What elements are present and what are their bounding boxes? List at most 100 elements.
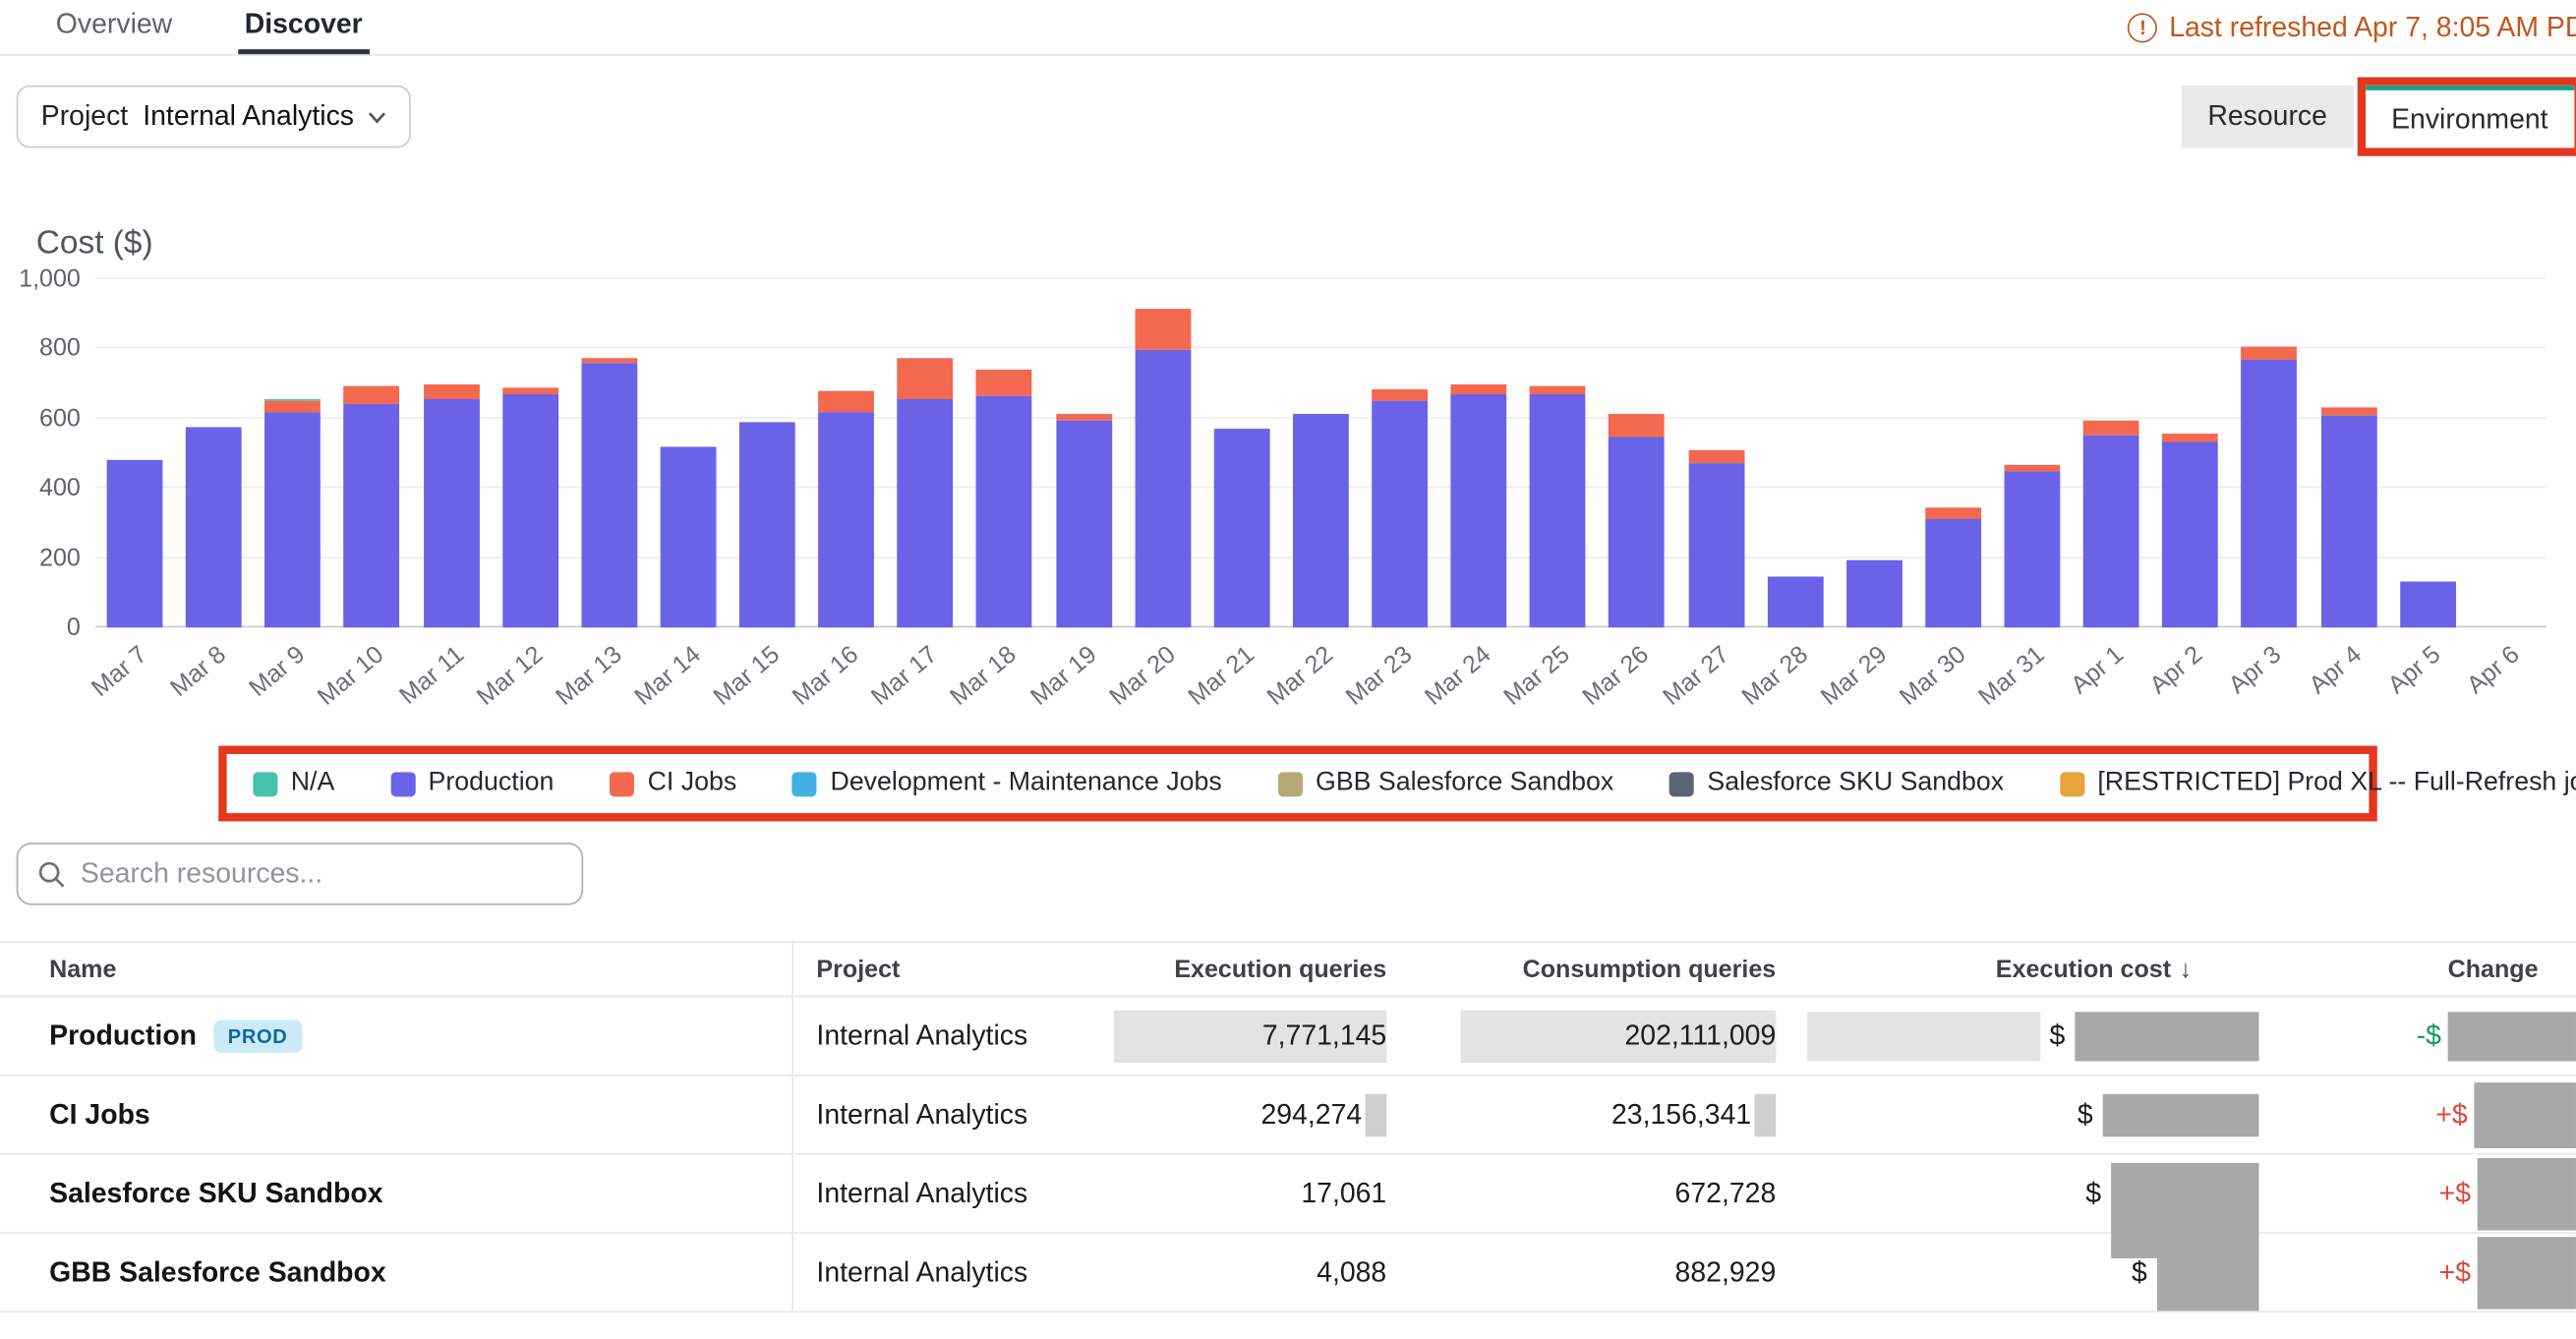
chart-bar[interactable]	[1293, 413, 1349, 627]
legend-item[interactable]: [RESTRICTED] Prod XL -- Full-Refresh job…	[2060, 769, 2576, 798]
cost-currency-prefix: $	[2078, 1098, 2093, 1131]
bar-segment-ci-jobs	[818, 390, 874, 411]
bar-slot	[254, 279, 332, 627]
column-header-execution-cost[interactable]: Execution cost ↓	[1783, 956, 2267, 983]
legend-item-label: [RESTRICTED] Prod XL -- Full-Refresh job…	[2097, 769, 2576, 798]
bar-segment-ci-jobs	[423, 383, 479, 399]
chart-bar[interactable]	[1767, 577, 1823, 627]
legend-item[interactable]: Production	[390, 769, 554, 798]
chart-bars	[95, 279, 2547, 627]
chart-bar[interactable]	[976, 370, 1032, 627]
tab-discover[interactable]: Discover	[238, 0, 369, 54]
chart-bar[interactable]	[265, 398, 322, 627]
chart-bar[interactable]	[1213, 429, 1269, 627]
legend-item[interactable]: CI Jobs	[610, 769, 736, 798]
environment-toggle-label: Environment	[2391, 102, 2547, 135]
chart-bar[interactable]	[2400, 582, 2456, 627]
chart-bar[interactable]	[1925, 507, 1981, 627]
chart-bar[interactable]	[1135, 309, 1191, 627]
chart-bar[interactable]	[502, 388, 558, 628]
table-row[interactable]: ProductionPRODInternal Analytics7,771,14…	[0, 997, 2576, 1076]
chart-bar[interactable]	[1372, 389, 1428, 628]
column-header-name[interactable]: Name	[0, 943, 793, 995]
tab-overview[interactable]: Overview	[49, 0, 179, 54]
environment-toggle-button[interactable]: Environment	[2365, 86, 2574, 147]
chart-bar[interactable]	[898, 358, 954, 628]
chart-bar[interactable]	[2162, 435, 2218, 628]
bar-segment-production	[2083, 436, 2139, 627]
legend-item[interactable]: GBB Salesforce Sandbox	[1278, 769, 1614, 798]
chart-bar[interactable]	[661, 446, 717, 627]
chart-bar[interactable]	[186, 428, 242, 628]
project-value: Internal Analytics	[816, 1177, 1027, 1209]
bar-segment-production	[2400, 582, 2456, 627]
annotation-box-legend: N/A Production CI Jobs Development - Mainte…	[218, 746, 2377, 822]
legend-item[interactable]: Development - Maintenance Jobs	[792, 769, 1222, 798]
prod-badge: PROD	[213, 1019, 303, 1052]
chart-bar[interactable]	[2005, 466, 2061, 628]
project-selector-value: Internal Analytics	[143, 100, 354, 133]
bar-slot	[1598, 279, 1676, 627]
column-header-change[interactable]: Change	[2267, 956, 2576, 983]
project-selector[interactable]: Project Internal Analytics	[17, 86, 412, 147]
resource-toggle-label: Resource	[2207, 100, 2327, 133]
bar-slot	[1044, 279, 1123, 627]
bar-slot	[569, 279, 648, 627]
legend-item[interactable]: N/A	[253, 769, 334, 798]
bar-slot	[412, 279, 491, 627]
redaction-block	[2478, 1157, 2576, 1230]
redaction-block	[2448, 1011, 2576, 1060]
chart-bar[interactable]	[739, 422, 795, 627]
redaction-block	[1366, 1093, 1387, 1135]
chart-bar[interactable]	[581, 358, 637, 627]
redaction-block	[2478, 1236, 2576, 1309]
x-axis-tick-label: Apr 1	[2067, 641, 2130, 700]
chart-bar[interactable]	[1530, 385, 1586, 627]
bar-slot	[2467, 279, 2546, 627]
chart-bar[interactable]	[2320, 407, 2376, 627]
column-header-project[interactable]: Project	[793, 956, 1051, 983]
bar-slot	[174, 279, 253, 627]
annotation-box-environment: Environment	[2357, 78, 2576, 156]
legend-item[interactable]: Salesforce SKU Sandbox	[1669, 769, 2004, 798]
bar-segment-production	[1767, 577, 1823, 627]
column-header-execution-queries[interactable]: Execution queries	[1051, 956, 1393, 983]
chart-bar[interactable]	[1451, 385, 1507, 628]
bar-slot	[1361, 279, 1439, 627]
bar-segment-production	[107, 460, 163, 627]
bar-slot	[886, 279, 965, 627]
bar-segment-ci-jobs	[898, 358, 954, 400]
change-prefix: +$	[2439, 1177, 2471, 1209]
project-value: Internal Analytics	[816, 1098, 1027, 1131]
bar-slot	[965, 279, 1043, 627]
chart-bar[interactable]	[1610, 413, 1666, 627]
search-input[interactable]	[81, 857, 562, 890]
chart-bar[interactable]	[344, 385, 400, 627]
bar-slot	[1676, 279, 1755, 627]
chart-bar[interactable]	[2083, 421, 2139, 628]
chart-bar[interactable]	[423, 383, 479, 627]
y-axis-tick-label: 600	[39, 405, 81, 433]
column-header-consumption-queries[interactable]: Consumption queries	[1393, 956, 1783, 983]
bar-slot	[2151, 279, 2230, 627]
resource-toggle-button[interactable]: Resource	[2182, 86, 2354, 147]
chart-plot-area: 02004006008001,000	[95, 279, 2547, 627]
chart-bar[interactable]	[107, 460, 163, 627]
chart-bar[interactable]	[1846, 559, 1903, 627]
bar-segment-production	[1451, 395, 1507, 628]
table-row[interactable]: Salesforce SKU SandboxInternal Analytics…	[0, 1155, 2576, 1234]
chart-bar[interactable]	[818, 390, 874, 627]
chart-bar[interactable]	[1056, 413, 1112, 627]
cell-project: Internal Analytics	[793, 1098, 1051, 1131]
chart-legend: N/A Production CI Jobs Development - Mainte…	[253, 769, 2576, 798]
bar-segment-production	[1925, 519, 1981, 627]
chart-bar[interactable]	[1688, 450, 1744, 628]
bar-segment-production	[739, 422, 795, 627]
bar-segment-ci-jobs	[2242, 347, 2298, 359]
chart-bar[interactable]	[2242, 347, 2298, 627]
x-axis-tick-label: Apr 2	[2145, 641, 2208, 700]
legend-item-label: GBB Salesforce Sandbox	[1316, 769, 1613, 798]
chevron-down-icon	[369, 111, 386, 123]
bar-segment-production	[1372, 401, 1428, 627]
view-toggle: Resource Environment	[2182, 78, 2560, 156]
